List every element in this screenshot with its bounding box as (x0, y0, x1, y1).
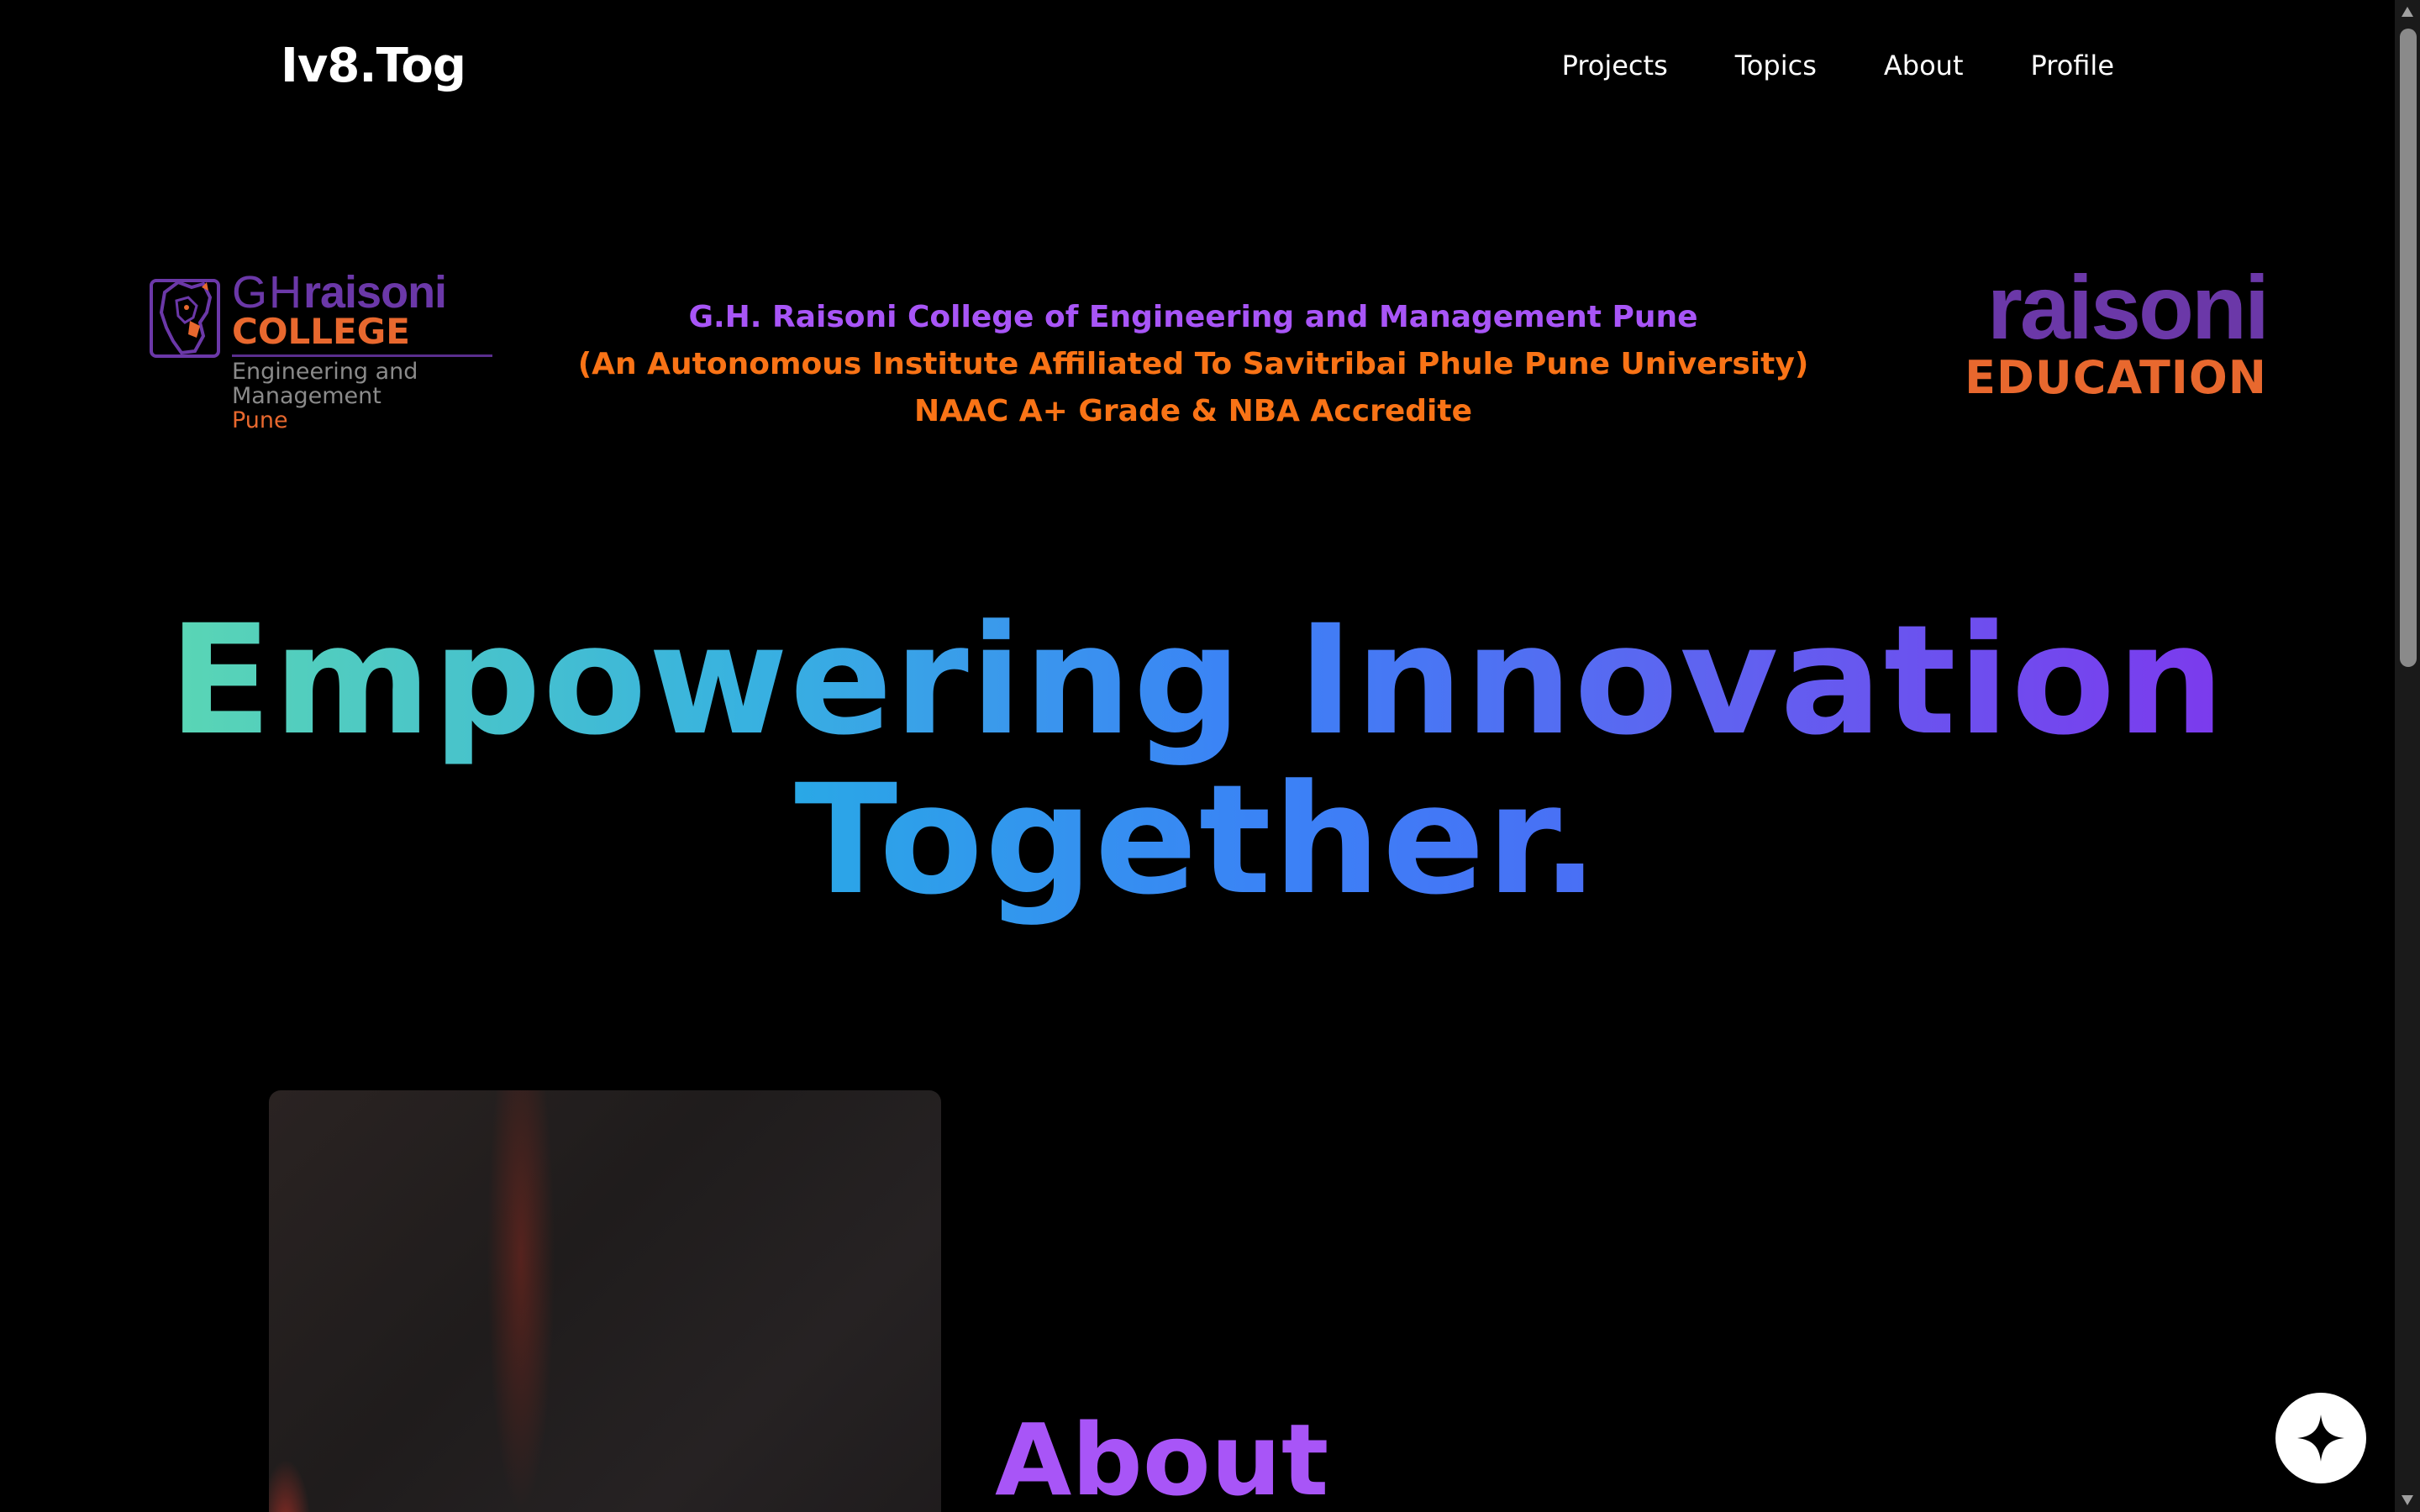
college-logo-raisoni: raisoni (303, 267, 447, 318)
brand-logo[interactable]: Iv8.Tog (281, 37, 466, 96)
main-nav: Projects Topics About Profile (1562, 47, 2114, 84)
about-image (269, 1090, 941, 1512)
page-scrollbar[interactable] (2395, 0, 2420, 1512)
college-logo-sub1: Engineering and (232, 359, 418, 385)
edu-logo-education: EDUCATION (1965, 351, 2267, 404)
college-logo-divider (232, 354, 492, 357)
college-logo-pune: Pune (232, 407, 288, 433)
college-name: G.H. Raisoni College of Engineering and … (688, 300, 1698, 334)
raisoni-education-logo: raisoni EDUCATION (1897, 256, 2270, 413)
nav-link-topics[interactable]: Topics (1735, 47, 1817, 84)
hero-line-1-text: Empowering Innovation (168, 593, 2227, 769)
hero-line-2: Together. (0, 761, 2395, 921)
college-accreditation: NAAC A+ Grade & NBA Accredite (913, 394, 1472, 428)
college-logo-subtitle: Engineering and Management (232, 360, 418, 408)
about-title: About (995, 1402, 1329, 1512)
floating-action-button[interactable] (2275, 1393, 2366, 1483)
college-logo-sub2: Management (232, 383, 381, 409)
scrollbar-thumb[interactable] (2400, 29, 2417, 667)
page: Iv8.Tog Projects Topics About Profile GH… (0, 0, 2420, 1512)
nav-link-projects[interactable]: Projects (1562, 47, 1668, 84)
college-logo-college: COLLEGE (232, 311, 410, 352)
college-logo-wordmark: GHraisoni (232, 267, 447, 318)
college-info: G.H. Raisoni College of Engineering and … (521, 294, 1865, 435)
college-logo: GHraisoni COLLEGE Engineering and Manage… (148, 269, 501, 437)
nav-link-profile[interactable]: Profile (2031, 47, 2115, 84)
lion-emblem-icon (150, 279, 220, 358)
hero-heading: Empowering Innovation Together. (0, 601, 2395, 921)
nav-link-about[interactable]: About (1884, 47, 1964, 84)
sparkle-icon (2297, 1415, 2344, 1462)
hero-line-1: Empowering Innovation (0, 601, 2395, 761)
scroll-up-icon[interactable] (2402, 7, 2413, 17)
hero-line-2-text: Together. (794, 753, 1601, 928)
college-logo-gh: GH (232, 267, 303, 318)
edu-logo-raisoni: raisoni (1986, 256, 2270, 358)
college-affiliation: (An Autonomous Institute Affiliated To S… (577, 347, 1809, 381)
scroll-down-icon[interactable] (2402, 1495, 2413, 1505)
